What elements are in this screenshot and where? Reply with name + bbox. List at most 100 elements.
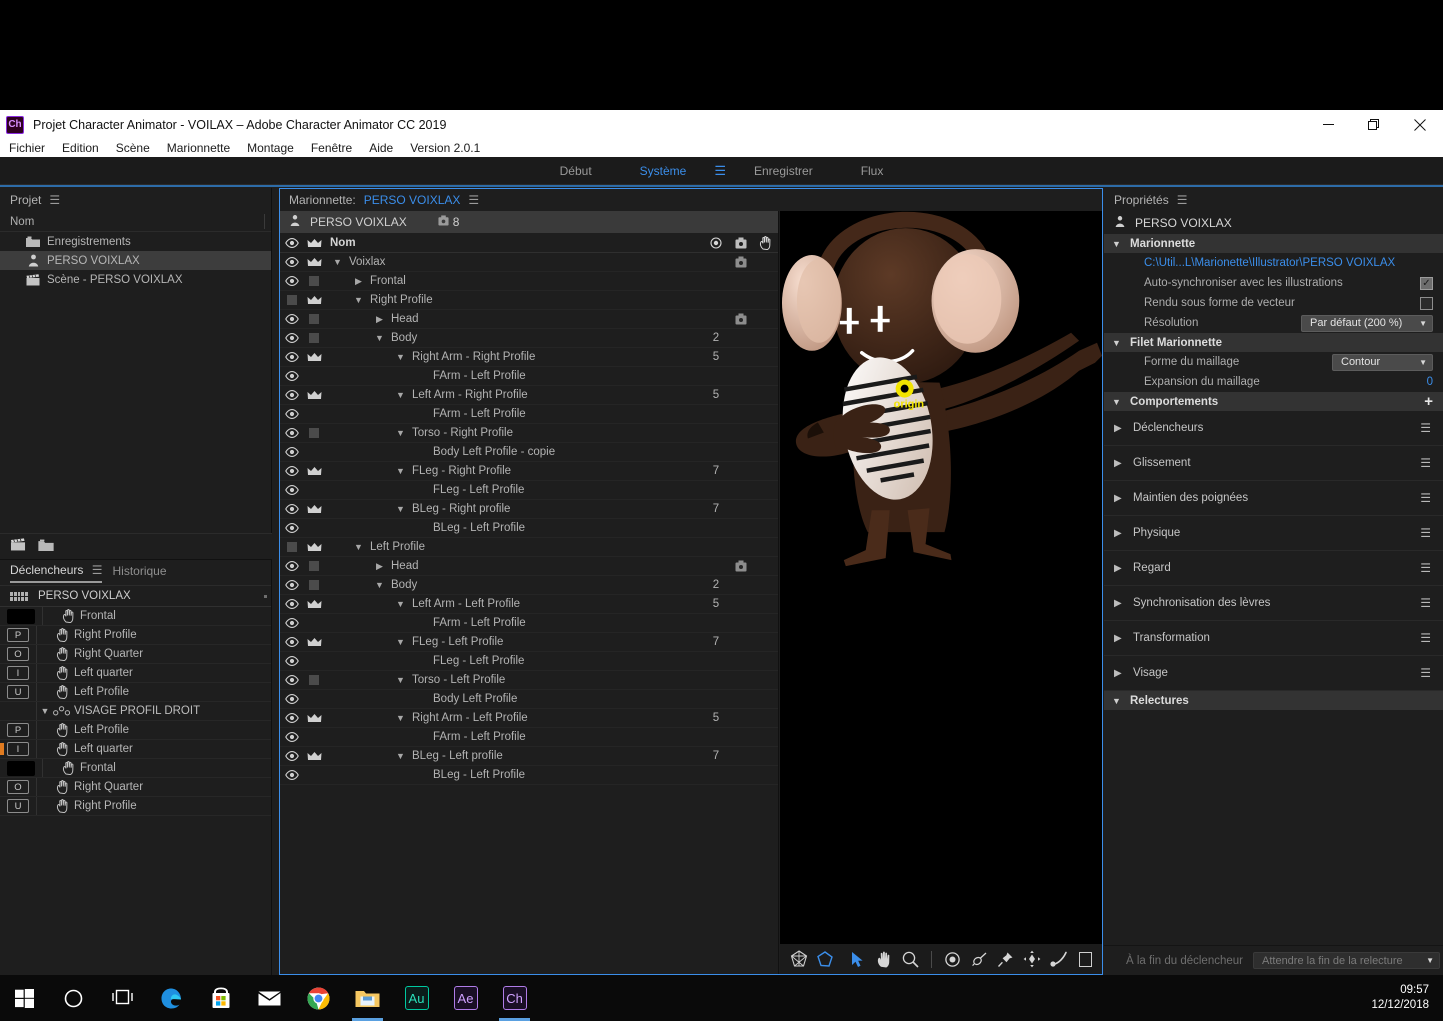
trigger-row[interactable]: U Left Profile bbox=[0, 683, 271, 702]
behavior-menu-icon[interactable]: ☰ bbox=[1420, 666, 1431, 680]
tab-historique[interactable]: Historique bbox=[112, 564, 166, 582]
behavior-menu-icon[interactable]: ☰ bbox=[1420, 561, 1431, 575]
behavior-row[interactable]: ▶ Synchronisation des lèvres ☰ bbox=[1104, 586, 1443, 621]
new-scene-icon[interactable] bbox=[10, 537, 26, 556]
origin-handle-icon[interactable] bbox=[942, 946, 963, 972]
layer-row[interactable]: ▼ Body 2 bbox=[280, 576, 778, 595]
layer-row[interactable]: Body Left Profile bbox=[280, 690, 778, 709]
chevron-right-icon[interactable]: ▶ bbox=[373, 561, 386, 572]
layer-row[interactable]: ▼ BLeg - Right profile 7 bbox=[280, 500, 778, 519]
adobe-character-animator-icon[interactable]: Ch bbox=[490, 975, 539, 1021]
eye-icon[interactable] bbox=[280, 694, 303, 704]
eye-icon[interactable] bbox=[280, 371, 303, 381]
behavior-row[interactable]: ▶ Glissement ☰ bbox=[1104, 446, 1443, 481]
workspace-tab-systeme[interactable]: Système bbox=[616, 164, 711, 178]
menu-edition[interactable]: Edition bbox=[62, 141, 99, 155]
layer-record-cell[interactable]: 7 bbox=[704, 465, 728, 477]
behavior-menu-icon[interactable]: ☰ bbox=[1420, 631, 1431, 645]
crown-icon[interactable] bbox=[303, 466, 325, 476]
trigger-key[interactable]: I bbox=[7, 666, 29, 680]
crown-icon[interactable] bbox=[303, 257, 325, 267]
menu-scene[interactable]: Scène bbox=[116, 141, 150, 155]
tag-icon[interactable] bbox=[728, 560, 753, 572]
crown-icon[interactable] bbox=[303, 542, 325, 552]
behavior-menu-icon[interactable]: ☰ bbox=[1420, 526, 1431, 540]
layer-row[interactable]: FArm - Left Profile bbox=[280, 405, 778, 424]
layer-record-cell[interactable]: 2 bbox=[704, 332, 728, 344]
chevron-down-icon[interactable]: ▼ bbox=[394, 751, 407, 761]
crown-off-icon[interactable] bbox=[303, 580, 325, 590]
trigger-row[interactable]: Frontal bbox=[0, 759, 271, 778]
workspace-tab-enregistrer[interactable]: Enregistrer bbox=[730, 164, 837, 178]
project-row-perso-voixlax[interactable]: PERSO VOIXLAX bbox=[0, 251, 271, 270]
add-behavior-icon[interactable]: + bbox=[1424, 394, 1433, 409]
trigger-key[interactable] bbox=[7, 704, 29, 718]
chevron-down-icon[interactable]: ▼ bbox=[394, 675, 407, 685]
layer-row[interactable]: FLeg - Left Profile bbox=[280, 652, 778, 671]
visibility-off-icon[interactable] bbox=[280, 295, 303, 305]
trigger-row[interactable]: P Right Profile bbox=[0, 626, 271, 645]
pin-handle-icon[interactable] bbox=[995, 946, 1016, 972]
layer-row[interactable]: FArm - Left Profile bbox=[280, 614, 778, 633]
behavior-menu-icon[interactable]: ☰ bbox=[1420, 421, 1431, 435]
chevron-down-icon[interactable]: ▼ bbox=[352, 295, 365, 305]
trigger-row[interactable]: Frontal bbox=[0, 607, 271, 626]
layer-row[interactable]: ▼ FLeg - Right Profile 7 bbox=[280, 462, 778, 481]
vector-render-checkbox[interactable] bbox=[1420, 296, 1433, 310]
chevron-down-icon[interactable]: ▼ bbox=[394, 352, 407, 362]
eye-icon[interactable] bbox=[280, 352, 303, 362]
layer-record-cell[interactable]: 7 bbox=[704, 750, 728, 762]
mail-icon[interactable] bbox=[245, 975, 294, 1021]
chevron-right-icon[interactable]: ▶ bbox=[352, 276, 365, 287]
layer-row[interactable]: ▼ Left Arm - Left Profile 5 bbox=[280, 595, 778, 614]
layer-record-cell[interactable]: 7 bbox=[704, 503, 728, 515]
trigger-key[interactable]: P bbox=[7, 628, 29, 642]
section-marionnette[interactable]: ▼ Marionnette bbox=[1104, 234, 1443, 253]
chevron-right-icon[interactable]: ▶ bbox=[373, 314, 386, 325]
taskbar-clock[interactable]: 09:57 12/12/2018 bbox=[1371, 983, 1429, 1013]
adobe-audition-icon[interactable]: Au bbox=[392, 975, 441, 1021]
trigger-row[interactable]: U Right Profile bbox=[0, 797, 271, 816]
layer-row[interactable]: ▶ Head bbox=[280, 310, 778, 329]
layer-row[interactable]: BLeg - Left Profile bbox=[280, 519, 778, 538]
crown-off-icon[interactable] bbox=[303, 675, 325, 685]
crown-off-icon[interactable] bbox=[303, 314, 325, 324]
visibility-off-icon[interactable] bbox=[280, 542, 303, 552]
layer-row[interactable]: ▼ Left Profile bbox=[280, 538, 778, 557]
puppet-panel-menu-icon[interactable]: ☰ bbox=[468, 193, 479, 207]
tag-icon[interactable] bbox=[728, 313, 753, 325]
behavior-menu-icon[interactable]: ☰ bbox=[1420, 491, 1431, 505]
properties-panel-menu-icon[interactable]: ☰ bbox=[1177, 193, 1188, 207]
section-filet-marionnette[interactable]: ▼ Filet Marionnette bbox=[1104, 333, 1443, 352]
eye-icon[interactable] bbox=[280, 428, 303, 438]
layer-record-cell[interactable]: 7 bbox=[704, 636, 728, 648]
trigger-row[interactable]: O Right Quarter bbox=[0, 778, 271, 797]
chevron-right-icon[interactable]: ▶ bbox=[1114, 563, 1123, 574]
trigger-key[interactable]: P bbox=[7, 723, 29, 737]
eye-icon[interactable] bbox=[280, 561, 303, 571]
behavior-menu-icon[interactable]: ☰ bbox=[1420, 456, 1431, 470]
layer-record-cell[interactable]: 5 bbox=[704, 712, 728, 724]
menu-fichier[interactable]: Fichier bbox=[9, 141, 45, 155]
chrome-icon[interactable] bbox=[294, 975, 343, 1021]
layer-record-cell[interactable]: 2 bbox=[704, 579, 728, 591]
workspace-menu-icon[interactable]: ☰ bbox=[710, 163, 730, 179]
resolution-select[interactable]: Par défaut (200 %) ▼ bbox=[1301, 314, 1433, 332]
eye-icon[interactable] bbox=[280, 637, 303, 647]
close-icon[interactable] bbox=[1397, 110, 1443, 139]
chevron-right-icon[interactable]: ▶ bbox=[1114, 633, 1123, 644]
trigger-key-empty[interactable] bbox=[7, 760, 35, 776]
eye-icon[interactable] bbox=[280, 409, 303, 419]
chevron-down-icon[interactable]: ▼ bbox=[394, 599, 407, 609]
chevron-right-icon[interactable]: ▶ bbox=[1114, 423, 1123, 434]
behavior-row[interactable]: ▶ Maintien des poignées ☰ bbox=[1104, 481, 1443, 516]
eye-icon[interactable] bbox=[280, 485, 303, 495]
behavior-row[interactable]: ▶ Physique ☰ bbox=[1104, 516, 1443, 551]
layer-row[interactable]: ▼ Torso - Right Profile bbox=[280, 424, 778, 443]
stick-handle-icon[interactable] bbox=[1048, 946, 1069, 972]
chevron-down-icon[interactable]: ▼ bbox=[394, 713, 407, 723]
start-button[interactable] bbox=[0, 975, 49, 1021]
layer-record-cell[interactable]: 5 bbox=[704, 598, 728, 610]
chevron-down-icon[interactable]: ▼ bbox=[394, 428, 407, 438]
crown-icon[interactable] bbox=[303, 295, 325, 305]
